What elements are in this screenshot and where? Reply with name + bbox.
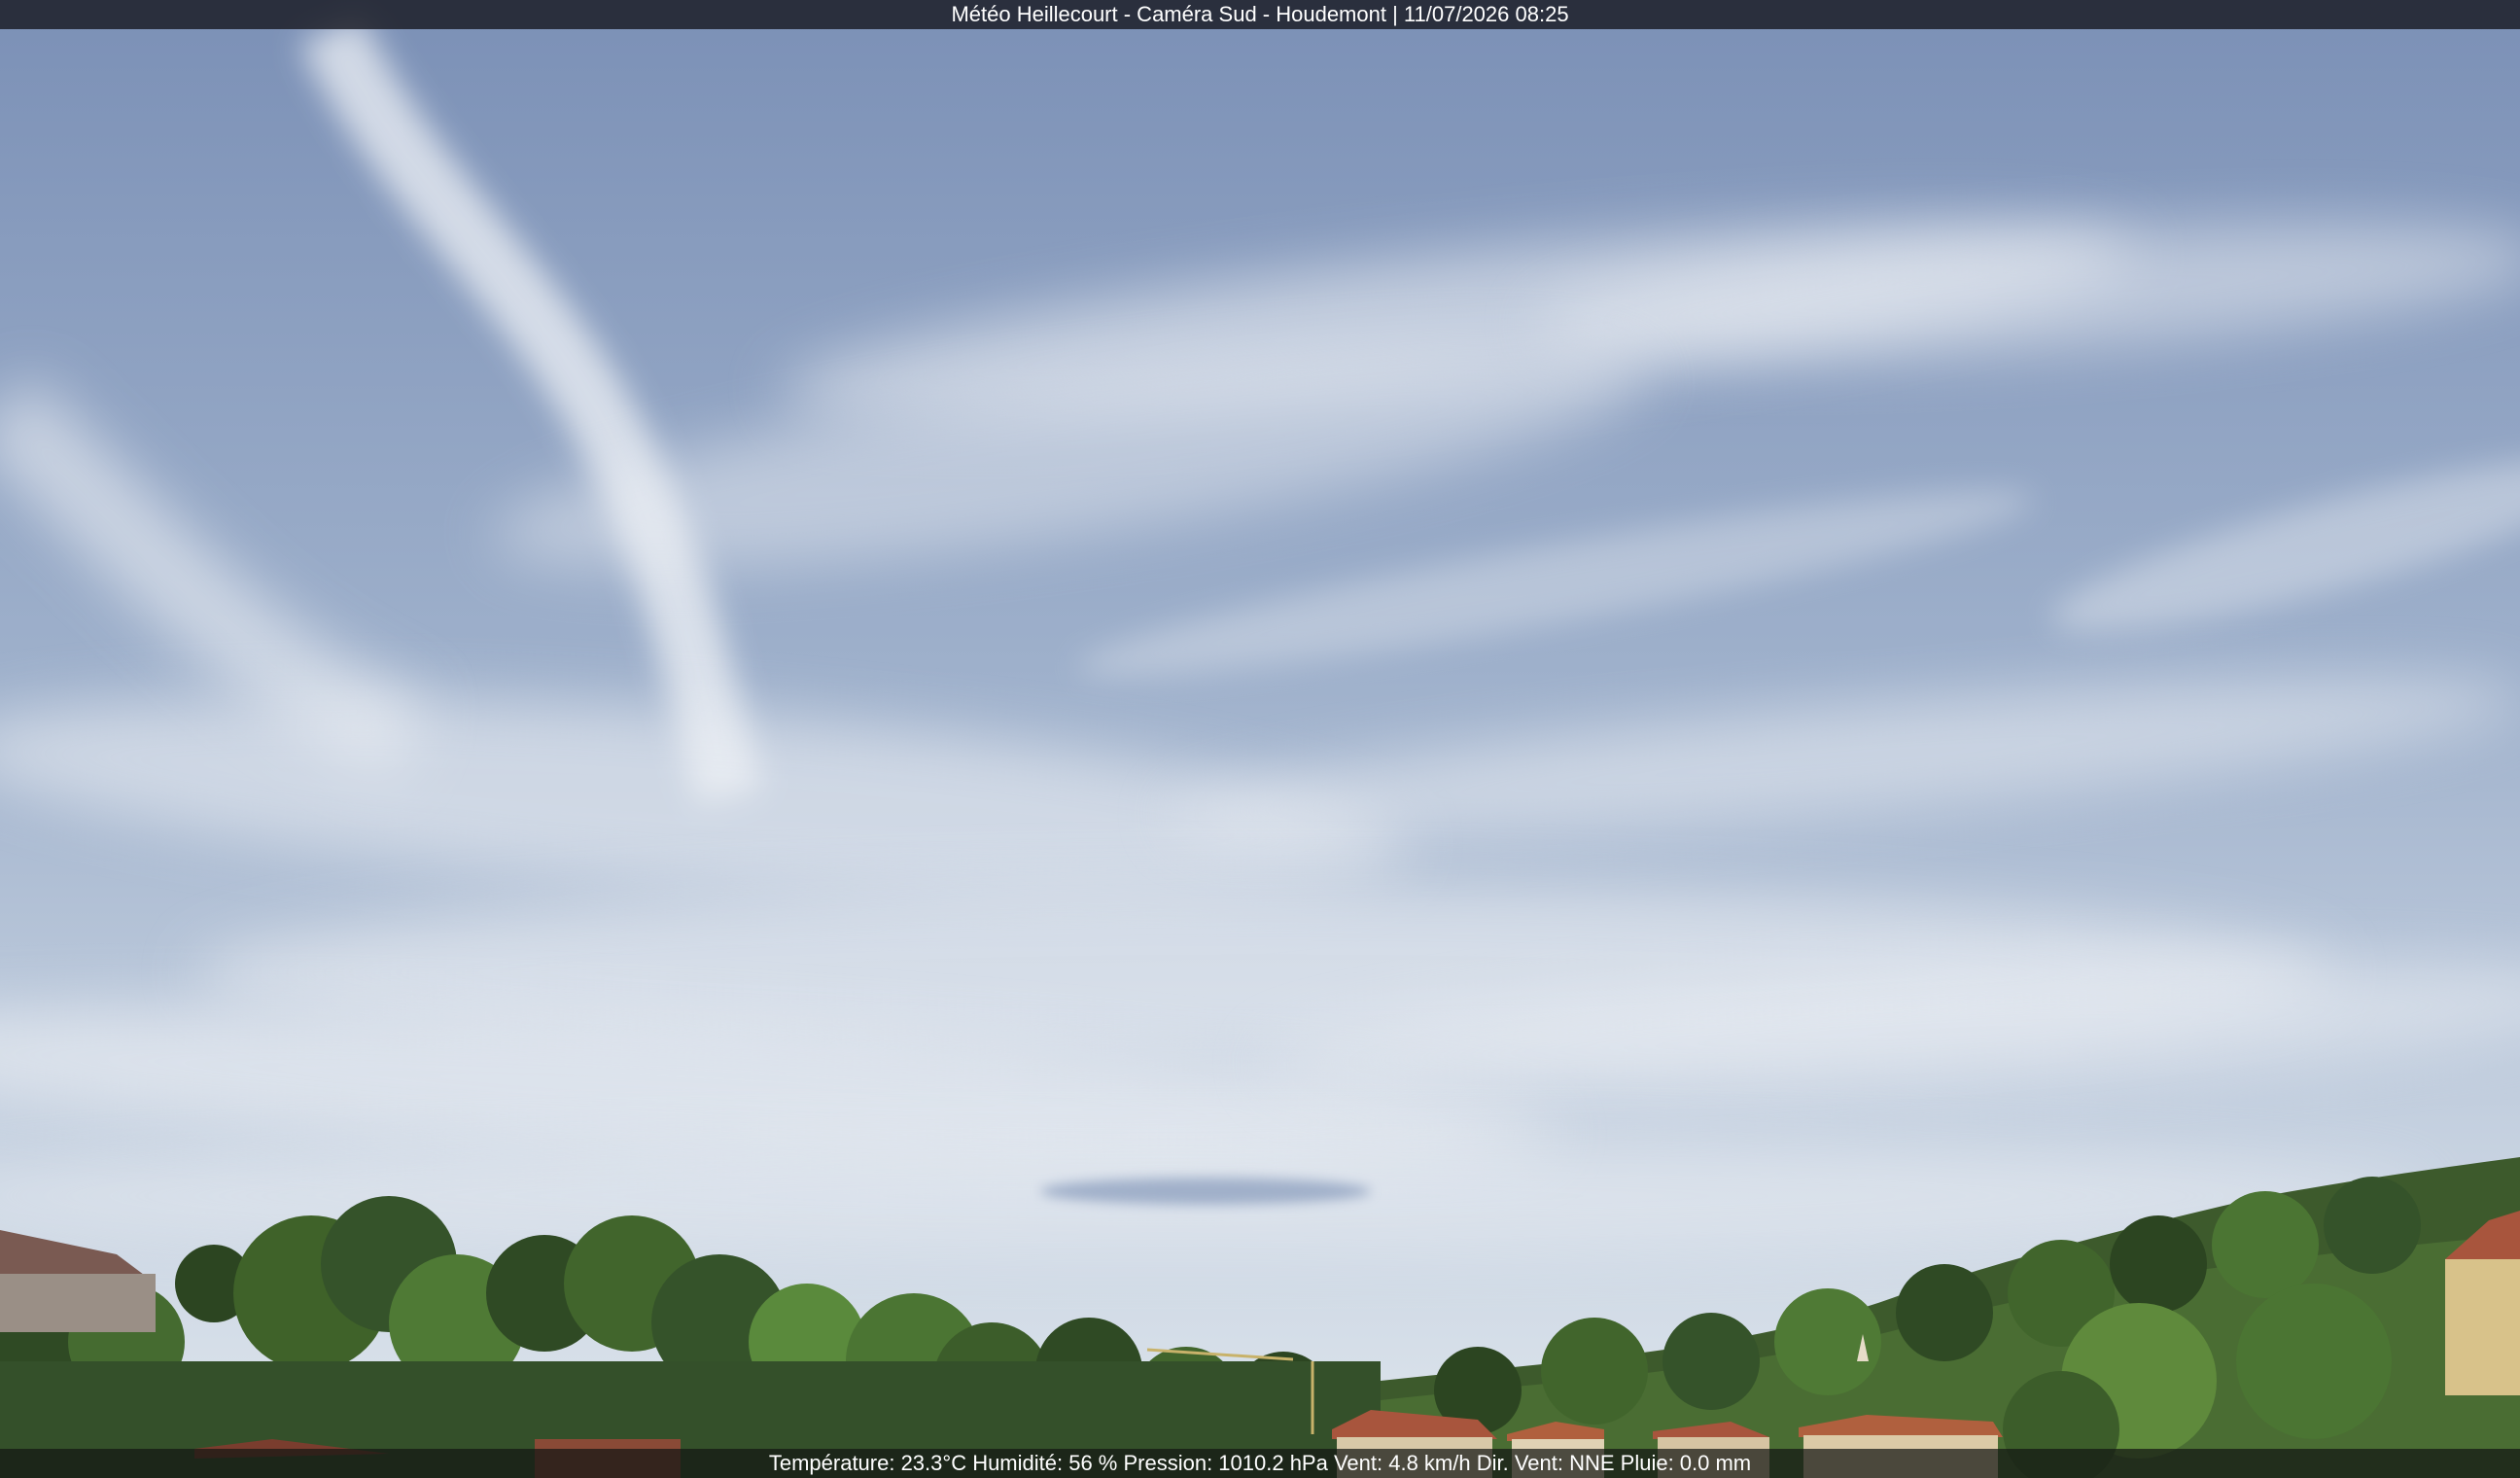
dark-cloud-streak bbox=[1040, 1178, 1371, 1205]
weather-bar: Température: 23.3°C Humidité: 56 % Press… bbox=[0, 1449, 2520, 1478]
webcam-image bbox=[0, 0, 2520, 1478]
camera-caption: Météo Heillecourt - Caméra Sud - Houdemo… bbox=[951, 2, 1569, 26]
caption-bar: Météo Heillecourt - Caméra Sud - Houdemo… bbox=[0, 0, 2520, 29]
weather-readings: Température: 23.3°C Humidité: 56 % Press… bbox=[768, 1451, 1752, 1475]
